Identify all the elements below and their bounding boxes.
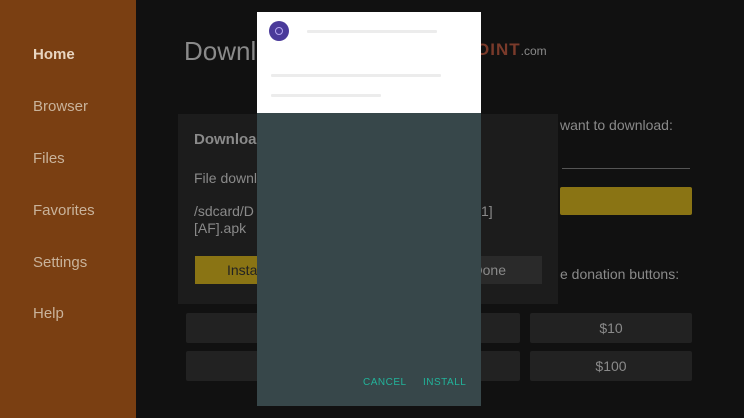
- brand-logo: OINT.com: [476, 40, 547, 60]
- download-dialog-title: Downloa: [194, 131, 257, 148]
- donate-button-100[interactable]: $100: [530, 351, 692, 381]
- installer-header: [257, 12, 481, 113]
- brand-suffix: .com: [520, 44, 547, 58]
- url-input-underline[interactable]: [562, 168, 690, 169]
- donation-prompt-text: e donation buttons:: [560, 266, 680, 282]
- sidebar: Home Browser Files Favorites Settings He…: [0, 0, 136, 418]
- download-done-button[interactable]: Done: [472, 256, 542, 284]
- sidebar-item-files[interactable]: Files: [33, 150, 65, 167]
- brand-text: OINT: [476, 40, 521, 59]
- donate-button-10[interactable]: $10: [530, 313, 692, 343]
- install-message-placeholder-2: [271, 94, 381, 97]
- sidebar-item-settings[interactable]: Settings: [33, 254, 87, 271]
- sidebar-item-home[interactable]: Home: [33, 46, 75, 63]
- sidebar-item-favorites[interactable]: Favorites: [33, 202, 95, 219]
- go-button[interactable]: [560, 187, 692, 215]
- page-title: Downl: [184, 36, 257, 66]
- download-path-end: 1]: [481, 203, 493, 219]
- install-message-placeholder: [271, 74, 441, 77]
- download-status-text: File downl: [194, 170, 258, 186]
- sidebar-item-browser[interactable]: Browser: [33, 98, 88, 115]
- app-title-placeholder: [307, 30, 437, 33]
- app-icon: [269, 21, 289, 41]
- install-button[interactable]: INSTALL: [423, 377, 466, 388]
- installer-dialog: CANCEL INSTALL: [257, 12, 481, 406]
- download-install-button[interactable]: Insta: [195, 256, 259, 284]
- sidebar-item-help[interactable]: Help: [33, 305, 64, 322]
- download-prompt-text: want to download:: [560, 117, 673, 133]
- cancel-button[interactable]: CANCEL: [363, 377, 407, 388]
